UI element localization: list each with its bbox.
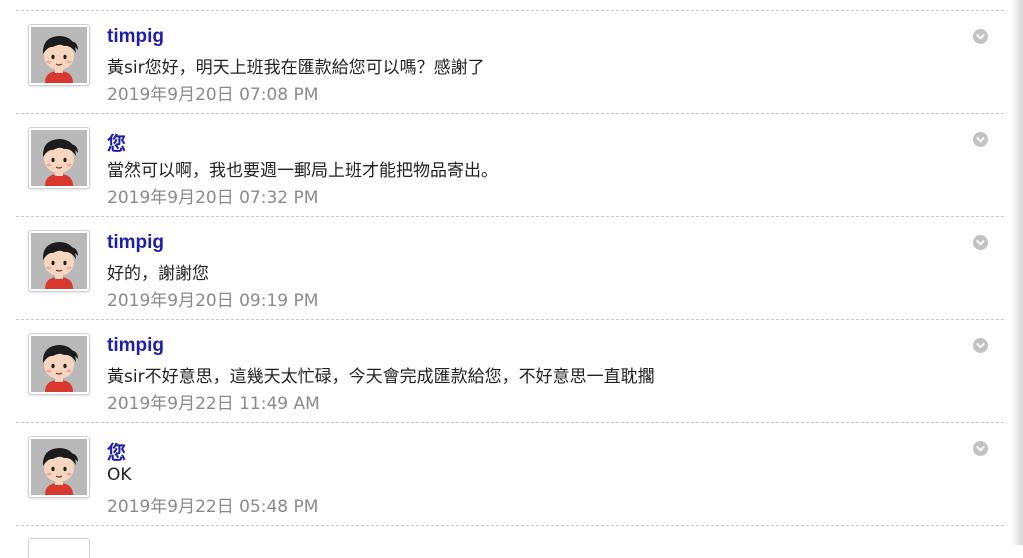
message-options-button[interactable] <box>973 29 988 44</box>
message-item: 您 當然可以啊，我也要週一郵局上班才能把物品寄出。 2019年9月20日 07:… <box>16 113 1004 216</box>
avatar <box>28 538 90 558</box>
boy-avatar-icon <box>31 336 87 392</box>
message-item: timpig 好的，謝謝您 2019年9月20日 09:19 PM <box>16 216 1004 319</box>
avatar[interactable] <box>28 436 90 498</box>
chevron-down-icon <box>976 446 985 452</box>
message-item: timpig 黃sir不好意思，這幾天太忙碌，今天會完成匯款給您，不好意思一直耽… <box>16 319 1004 422</box>
avatar[interactable] <box>28 127 90 189</box>
message-timestamp: 2019年9月20日 07:08 PM <box>107 85 319 105</box>
message-text: 黃sir不好意思，這幾天太忙碌，今天會完成匯款給您，不好意思一直耽擱 <box>107 367 655 387</box>
message-item: 您 OK 2019年9月22日 05:48 PM <box>16 422 1004 525</box>
message-text: 黃sir您好，明天上班我在匯款給您可以嗎？感謝了 <box>107 58 485 78</box>
message-timestamp: 2019年9月20日 09:19 PM <box>107 291 319 311</box>
message-text: 當然可以啊，我也要週一郵局上班才能把物品寄出。 <box>107 161 498 181</box>
boy-avatar-icon <box>31 130 87 186</box>
avatar[interactable] <box>28 333 90 395</box>
chevron-down-icon <box>976 34 985 40</box>
message-thread: timpig 黃sir您好，明天上班我在匯款給您可以嗎？感謝了 2019年9月2… <box>16 10 1004 558</box>
message-timestamp: 2019年9月22日 11:49 AM <box>107 394 320 414</box>
avatar[interactable] <box>28 24 90 86</box>
message-author[interactable]: timpig <box>107 335 164 357</box>
chevron-down-icon <box>976 137 985 143</box>
message-author[interactable]: 您 <box>107 129 126 156</box>
message-text: 好的，謝謝您 <box>107 264 209 284</box>
message-options-button[interactable] <box>973 235 988 250</box>
message-author[interactable]: timpig <box>107 232 164 254</box>
message-author[interactable]: 您 <box>107 438 126 465</box>
chevron-down-icon <box>976 343 985 349</box>
avatar[interactable] <box>28 230 90 292</box>
message-timestamp: 2019年9月22日 05:48 PM <box>107 497 319 517</box>
message-text: OK <box>107 465 132 485</box>
message-options-button[interactable] <box>973 441 988 456</box>
message-options-button[interactable] <box>973 338 988 353</box>
message-item: timpig 黃sir您好，明天上班我在匯款給您可以嗎？感謝了 2019年9月2… <box>16 10 1004 113</box>
message-options-button[interactable] <box>973 132 988 147</box>
message-item-partial <box>16 525 1004 558</box>
boy-avatar-icon <box>31 439 87 495</box>
page-edge-shadow <box>1011 0 1023 545</box>
message-timestamp: 2019年9月20日 07:32 PM <box>107 188 319 208</box>
message-author[interactable]: timpig <box>107 26 164 48</box>
chevron-down-icon <box>976 240 985 246</box>
boy-avatar-icon <box>31 233 87 289</box>
boy-avatar-icon <box>31 27 87 83</box>
